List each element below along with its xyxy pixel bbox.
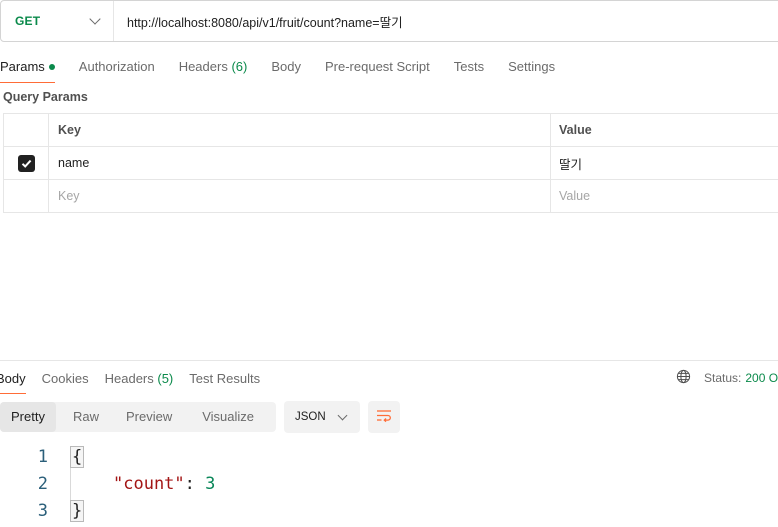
query-params-table: Key Value name 딸기 Key Value bbox=[3, 113, 778, 213]
empty-check-cell bbox=[4, 180, 49, 212]
chevron-down-icon bbox=[337, 410, 348, 420]
tab-tests[interactable]: Tests bbox=[454, 54, 484, 80]
chevron-down-icon bbox=[89, 13, 101, 25]
request-tabs: Params Authorization Headers (6) Body Pr… bbox=[0, 52, 579, 83]
response-tab-headers-label: Headers bbox=[104, 371, 154, 386]
tab-tests-label: Tests bbox=[453, 59, 485, 74]
code-line: 2 "count": 3 bbox=[0, 471, 216, 498]
view-visualize-button[interactable]: Visualize bbox=[191, 402, 265, 432]
key-column-header: Key bbox=[49, 114, 551, 146]
checkbox-checked-icon[interactable] bbox=[17, 154, 35, 172]
param-value-input[interactable]: 딸기 bbox=[551, 147, 778, 179]
tab-params[interactable]: Params bbox=[0, 54, 55, 83]
param-key-input[interactable]: name bbox=[49, 147, 551, 179]
wrap-lines-icon bbox=[375, 408, 393, 427]
tab-authorization-label: Authorization bbox=[78, 59, 155, 74]
query-params-title: Query Params bbox=[3, 90, 88, 104]
json-key: "count" bbox=[113, 474, 185, 494]
response-tab-test-results[interactable]: Test Results bbox=[189, 367, 260, 391]
value-column-header: Value bbox=[559, 123, 592, 137]
view-mode-group: Pretty Raw Preview Visualize bbox=[0, 402, 276, 432]
response-tab-body[interactable]: Body bbox=[0, 367, 26, 394]
tab-headers-count: (6) bbox=[231, 59, 248, 74]
code-line: 3 } bbox=[0, 498, 85, 525]
view-preview-button[interactable]: Preview bbox=[115, 402, 191, 432]
tab-pre-request-script-label: Pre-request Script bbox=[324, 59, 430, 74]
response-tab-headers-count: (5) bbox=[157, 371, 174, 386]
tab-body[interactable]: Body bbox=[271, 54, 301, 80]
response-tab-body-label: Body bbox=[0, 371, 26, 386]
tab-headers[interactable]: Headers (6) bbox=[179, 54, 248, 80]
json-value: 3 bbox=[205, 474, 216, 494]
code-text: { bbox=[70, 444, 85, 471]
response-tab-headers[interactable]: Headers (5) bbox=[105, 367, 174, 391]
method-label: GET bbox=[15, 14, 41, 28]
response-tab-cookies[interactable]: Cookies bbox=[42, 367, 89, 391]
response-status: Status: 200 OK bbox=[676, 369, 778, 387]
wrap-lines-button[interactable] bbox=[368, 401, 400, 433]
format-select[interactable]: JSON bbox=[284, 401, 360, 433]
status-label: Status: bbox=[704, 371, 742, 385]
response-tab-test-results-label: Test Results bbox=[189, 371, 261, 386]
request-url-bar: GET http://localhost:8080/api/v1/fruit/c… bbox=[0, 0, 778, 42]
indent-guide bbox=[70, 468, 71, 501]
table-row: name 딸기 bbox=[4, 147, 778, 180]
status-value[interactable]: 200 OK bbox=[745, 371, 778, 385]
open-brace: { bbox=[70, 446, 85, 468]
params-indicator-dot bbox=[48, 63, 55, 70]
table-row-empty: Key Value bbox=[4, 180, 778, 212]
response-view-toolbar: Pretty Raw Preview Visualize JSON bbox=[0, 401, 400, 433]
response-tabs: Body Cookies Headers (5) Test Results bbox=[0, 366, 276, 394]
method-select[interactable]: GET bbox=[1, 1, 114, 41]
line-number: 3 bbox=[37, 501, 48, 521]
close-brace: } bbox=[70, 500, 85, 522]
tab-params-label: Params bbox=[0, 59, 45, 74]
json-colon: : bbox=[184, 474, 206, 494]
code-text: } bbox=[70, 498, 85, 525]
tab-settings-label: Settings bbox=[508, 59, 556, 74]
new-value-input[interactable]: Value bbox=[551, 180, 778, 212]
view-raw-button[interactable]: Raw bbox=[56, 402, 115, 432]
table-header-row: Key Value bbox=[4, 114, 778, 147]
format-label: JSON bbox=[295, 411, 326, 423]
tab-headers-label: Headers bbox=[178, 59, 228, 74]
tab-settings[interactable]: Settings bbox=[508, 54, 555, 80]
url-input[interactable]: http://localhost:8080/api/v1/fruit/count… bbox=[114, 12, 403, 31]
view-pretty-button[interactable]: Pretty bbox=[0, 402, 56, 432]
tab-authorization[interactable]: Authorization bbox=[79, 54, 155, 80]
response-divider[interactable] bbox=[0, 360, 778, 361]
line-number: 1 bbox=[37, 447, 48, 467]
line-number: 2 bbox=[37, 474, 48, 494]
response-body[interactable]: 1 { 2 "count": 3 3 } bbox=[0, 444, 216, 525]
code-text: "count": 3 bbox=[113, 471, 215, 498]
row-checkbox-cell bbox=[4, 147, 49, 179]
code-line: 1 { bbox=[0, 444, 85, 471]
globe-icon[interactable] bbox=[676, 369, 691, 387]
new-key-input[interactable]: Key bbox=[49, 180, 551, 212]
tab-body-label: Body bbox=[271, 59, 301, 74]
response-tab-cookies-label: Cookies bbox=[41, 371, 89, 386]
tab-pre-request-script[interactable]: Pre-request Script bbox=[325, 54, 430, 80]
check-column-header bbox=[4, 114, 49, 146]
